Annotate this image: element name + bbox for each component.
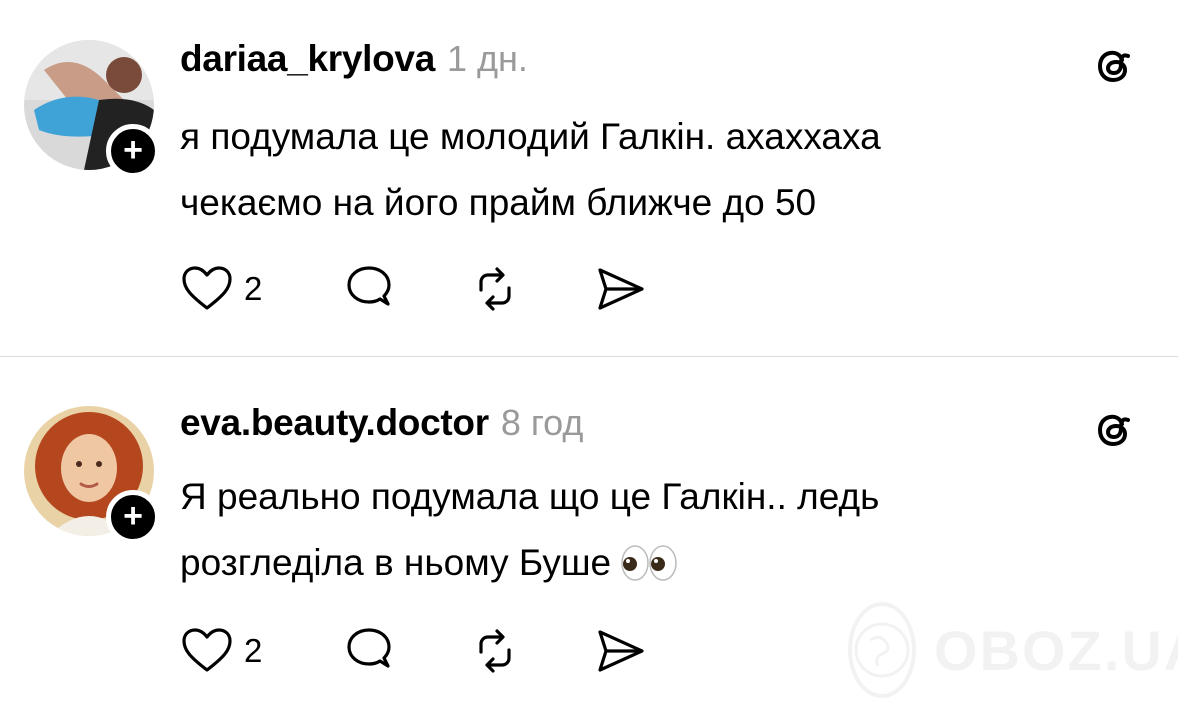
watermark: OBOZ.UA <box>848 600 1178 700</box>
comment-post: + dariaa_krylova 1 дн. я подумала це мол… <box>0 0 1178 357</box>
timestamp: 8 год <box>500 402 584 443</box>
heart-icon <box>182 266 232 310</box>
comment-line: Я реально подумала що це Галкін.. ледь <box>180 476 880 517</box>
globe-icon <box>848 602 916 698</box>
comment-line: чекаємо на його прайм ближче до 50 <box>180 182 817 223</box>
repost-button[interactable] <box>468 626 522 676</box>
share-button[interactable] <box>594 626 648 676</box>
follow-button[interactable]: + <box>106 124 160 178</box>
divider <box>0 356 1178 357</box>
comment-icon <box>347 266 391 306</box>
threads-icon[interactable] <box>1088 404 1140 456</box>
watermark-text: OBOZ.UA <box>934 618 1178 682</box>
like-button[interactable]: 2 <box>180 264 262 314</box>
repost-icon <box>479 629 511 673</box>
share-button[interactable] <box>594 264 648 314</box>
threads-icon[interactable] <box>1088 40 1140 92</box>
comment-icon <box>347 628 391 668</box>
repost-icon <box>479 267 511 311</box>
like-button[interactable]: 2 <box>180 626 262 676</box>
like-count: 2 <box>244 270 263 307</box>
follow-button[interactable]: + <box>106 490 160 544</box>
comment-text: я подумала це молодий Галкін. ахаххаха ч… <box>180 104 1080 236</box>
action-bar: 2 <box>180 264 680 314</box>
username[interactable]: dariaa_krylova <box>180 38 435 80</box>
reply-button[interactable] <box>342 264 396 314</box>
share-icon <box>598 268 644 310</box>
action-bar: 2 <box>180 626 680 676</box>
like-count: 2 <box>244 632 263 669</box>
comment-line: розгледіла в ньому Буше <box>180 530 1080 596</box>
timestamp: 1 дн. <box>446 38 528 79</box>
heart-icon <box>182 628 232 672</box>
reply-button[interactable] <box>342 626 396 676</box>
share-icon <box>598 630 644 672</box>
comment-line: я подумала це молодий Галкін. ахаххаха <box>180 116 881 157</box>
username[interactable]: eva.beauty.doctor <box>180 402 489 444</box>
repost-button[interactable] <box>468 264 522 314</box>
eyes-emoji <box>621 545 677 581</box>
comment-text: Я реально подумала що це Галкін.. ледь р… <box>180 464 1080 596</box>
